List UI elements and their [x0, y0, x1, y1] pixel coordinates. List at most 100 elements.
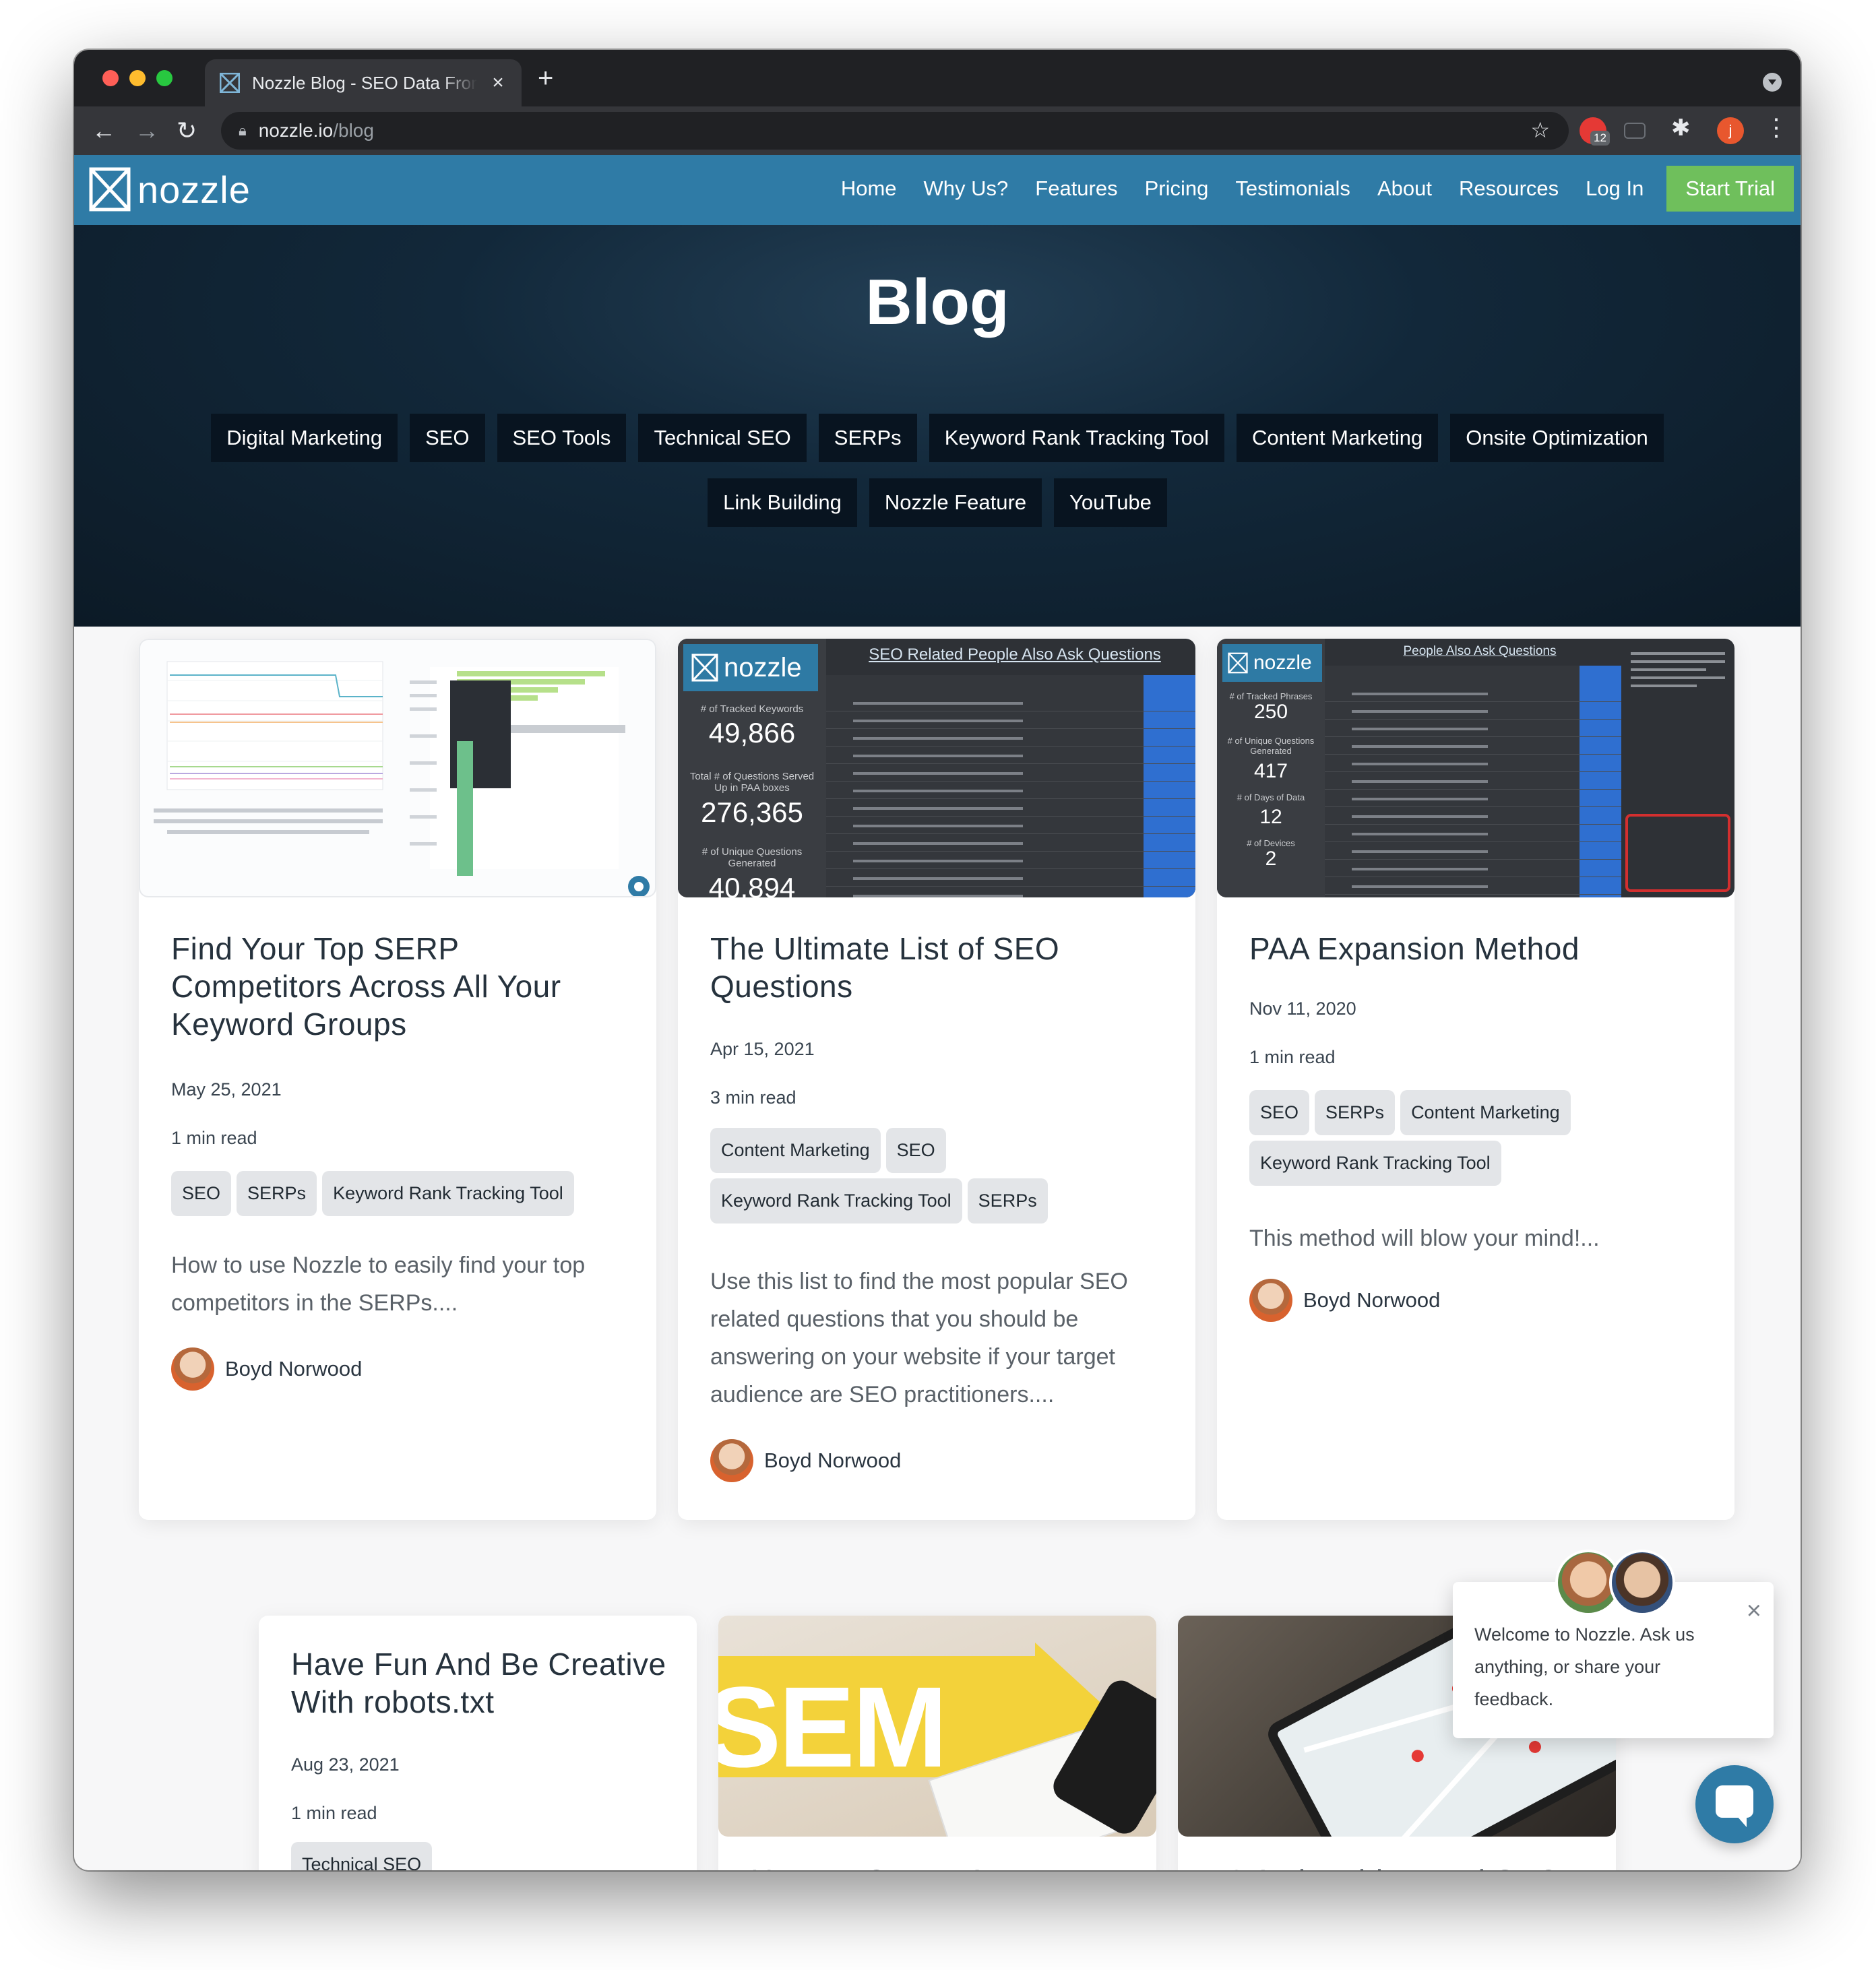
tag-keyword-rank-tracking-tool[interactable]: Keyword Rank Tracking Tool: [710, 1178, 962, 1224]
post-thumbnail: nozzle # of Tracked Keywords 49,866 Tota…: [678, 639, 1195, 897]
chat-close-icon[interactable]: ×: [1747, 1597, 1761, 1626]
table-row: [826, 853, 1195, 869]
tag-content-marketing[interactable]: Content Marketing: [710, 1128, 881, 1173]
tag-keyword-rank-tracking-tool[interactable]: Keyword Rank Tracking Tool: [1249, 1141, 1501, 1186]
tab-close-icon[interactable]: ×: [489, 71, 507, 94]
tag-keyword-rank-tracking-tool[interactable]: Keyword Rank Tracking Tool: [322, 1171, 574, 1216]
close-window-button[interactable]: [102, 70, 119, 86]
nozzle-logo-icon: [691, 654, 718, 682]
competitor-chart-image: [154, 661, 650, 896]
tag-serps[interactable]: SERPs: [967, 1178, 1048, 1224]
nav-why-us[interactable]: Why Us?: [924, 177, 1009, 201]
forward-arrow-icon[interactable]: →: [135, 115, 159, 147]
post-author[interactable]: Boyd Norwood: [710, 1439, 901, 1482]
site-header: nozzle Home Why Us? Features Pricing Tes…: [74, 155, 1801, 225]
post-title[interactable]: 10 Actionable Local SEO Tips & Tricks In…: [1210, 1862, 1589, 1870]
extension-icon-2[interactable]: [1624, 123, 1646, 139]
blog-hero: Blog Digital Marketing SEO SEO Tools Tec…: [74, 225, 1801, 627]
nav-pricing[interactable]: Pricing: [1145, 177, 1209, 201]
extension-badge: 12: [1590, 131, 1610, 146]
table-row: [1325, 896, 1621, 897]
chat-welcome-popup[interactable]: Welcome to Nozzle. Ask us anything, or s…: [1453, 1582, 1774, 1738]
table-row: [826, 870, 1195, 887]
category-seo[interactable]: SEO: [410, 414, 485, 462]
nav-resources[interactable]: Resources: [1459, 177, 1559, 201]
stat-value: 49,866: [708, 717, 796, 749]
post-card[interactable]: nozzle # of Tracked Keywords 49,866 Tota…: [678, 639, 1195, 1520]
url-host: nozzle.io: [258, 120, 334, 141]
nav-testimonials[interactable]: Testimonials: [1235, 177, 1350, 201]
post-card[interactable]: nozzle # of Tracked Phrases 250 # of Uni…: [1217, 639, 1734, 1520]
table-row: [826, 765, 1195, 782]
stat-label: # of Unique Questions Generated: [1227, 736, 1315, 756]
reload-icon[interactable]: ↻: [177, 115, 197, 147]
tag-serps[interactable]: SERPs: [1315, 1090, 1396, 1135]
thumb-logo: nozzle: [683, 644, 818, 691]
table-row: [826, 695, 1195, 711]
category-content-marketing[interactable]: Content Marketing: [1236, 414, 1439, 462]
post-author[interactable]: Boyd Norwood: [1249, 1279, 1440, 1322]
post-author[interactable]: Boyd Norwood: [171, 1347, 362, 1391]
table-row: [1325, 773, 1621, 790]
new-tab-button[interactable]: +: [538, 65, 553, 92]
category-youtube[interactable]: YouTube: [1054, 478, 1167, 527]
table-row: [826, 835, 1195, 852]
stat-label: Total # of Questions Served Up in PAA bo…: [689, 771, 815, 794]
lock-icon: 🔒︎: [239, 122, 247, 139]
post-title[interactable]: Have Fun And Be Creative With robots.txt: [291, 1645, 670, 1721]
post-title[interactable]: Find Your Top SERP Competitors Across Al…: [171, 930, 629, 1043]
post-title[interactable]: PAA Expansion Method: [1249, 930, 1708, 967]
post-card[interactable]: Have Fun And Be Creative With robots.txt…: [259, 1616, 697, 1870]
category-serps[interactable]: SERPs: [818, 414, 917, 462]
nav-home[interactable]: Home: [841, 177, 897, 201]
nav-about[interactable]: About: [1377, 177, 1432, 201]
tag-content-marketing[interactable]: Content Marketing: [1400, 1090, 1571, 1135]
nozzle-logo-icon: [1228, 652, 1248, 674]
author-avatar: [1249, 1279, 1292, 1322]
post-title[interactable]: The Ultimate List of SEO Questions: [710, 930, 1168, 1005]
category-keyword-rank-tracking-tool[interactable]: Keyword Rank Tracking Tool: [929, 414, 1224, 462]
browser-tab[interactable]: Nozzle Blog - SEO Data From A ×: [205, 59, 522, 106]
logo-text: nozzle: [137, 168, 251, 211]
category-technical-seo[interactable]: Technical SEO: [638, 414, 807, 462]
category-seo-tools[interactable]: SEO Tools: [497, 414, 627, 462]
category-nozzle-feature[interactable]: Nozzle Feature: [869, 478, 1042, 527]
category-link-building[interactable]: Link Building: [708, 478, 857, 527]
tag-seo[interactable]: SEO: [1249, 1090, 1310, 1135]
stats-sidebar: nozzle # of Tracked Keywords 49,866 Tota…: [678, 639, 826, 897]
post-card[interactable]: Find Your Top SERP Competitors Across Al…: [139, 639, 656, 1520]
category-digital-marketing[interactable]: Digital Marketing: [211, 414, 398, 462]
stat-value: 12: [1259, 806, 1282, 828]
tag-seo[interactable]: SEO: [885, 1128, 946, 1173]
maximize-window-button[interactable]: [156, 70, 173, 86]
post-date: Aug 23, 2021: [291, 1754, 400, 1775]
nav-log-in[interactable]: Log In: [1586, 177, 1644, 201]
table-row: [1325, 844, 1621, 860]
address-bar[interactable]: 🔒︎ nozzle.io /blog ☆: [221, 112, 1569, 150]
table-row: [1325, 721, 1621, 737]
tab-search-icon[interactable]: [1763, 73, 1782, 92]
category-onsite-optimization[interactable]: Onsite Optimization: [1450, 414, 1664, 462]
nav-features[interactable]: Features: [1035, 177, 1117, 201]
tab-title: Nozzle Blog - SEO Data From A: [252, 72, 477, 93]
post-thumbnail: [139, 639, 656, 897]
post-card[interactable]: SEM How To Create A Successful SEM: [718, 1616, 1156, 1870]
author-avatar: [710, 1439, 753, 1482]
browser-menu-icon[interactable]: ⋮: [1764, 113, 1788, 141]
tag-serps[interactable]: SERPs: [237, 1171, 317, 1216]
back-arrow-icon[interactable]: ←: [92, 115, 116, 147]
post-title[interactable]: How To Create A Successful SEM: [751, 1862, 1129, 1870]
puzzle-extensions-icon[interactable]: ✱: [1671, 115, 1698, 141]
nozzle-logo[interactable]: nozzle: [89, 167, 251, 212]
start-trial-button[interactable]: Start Trial: [1666, 166, 1794, 212]
main-menu: Home Why Us? Features Pricing Testimonia…: [841, 166, 1794, 212]
browser-toolbar: ← → ↻ 🔒︎ nozzle.io /blog ☆ 12 ✱ j ⋮: [74, 106, 1801, 155]
tag-seo[interactable]: SEO: [171, 1171, 232, 1216]
minimize-window-button[interactable]: [129, 70, 146, 86]
profile-avatar[interactable]: j: [1717, 117, 1744, 144]
table-row: [826, 748, 1195, 764]
post-tags: Content Marketing SEO Keyword Rank Track…: [710, 1128, 1168, 1224]
tag-technical-seo[interactable]: Technical SEO: [291, 1842, 433, 1870]
chat-launcher-button[interactable]: [1695, 1765, 1774, 1843]
bookmark-star-icon[interactable]: ☆: [1530, 117, 1550, 143]
